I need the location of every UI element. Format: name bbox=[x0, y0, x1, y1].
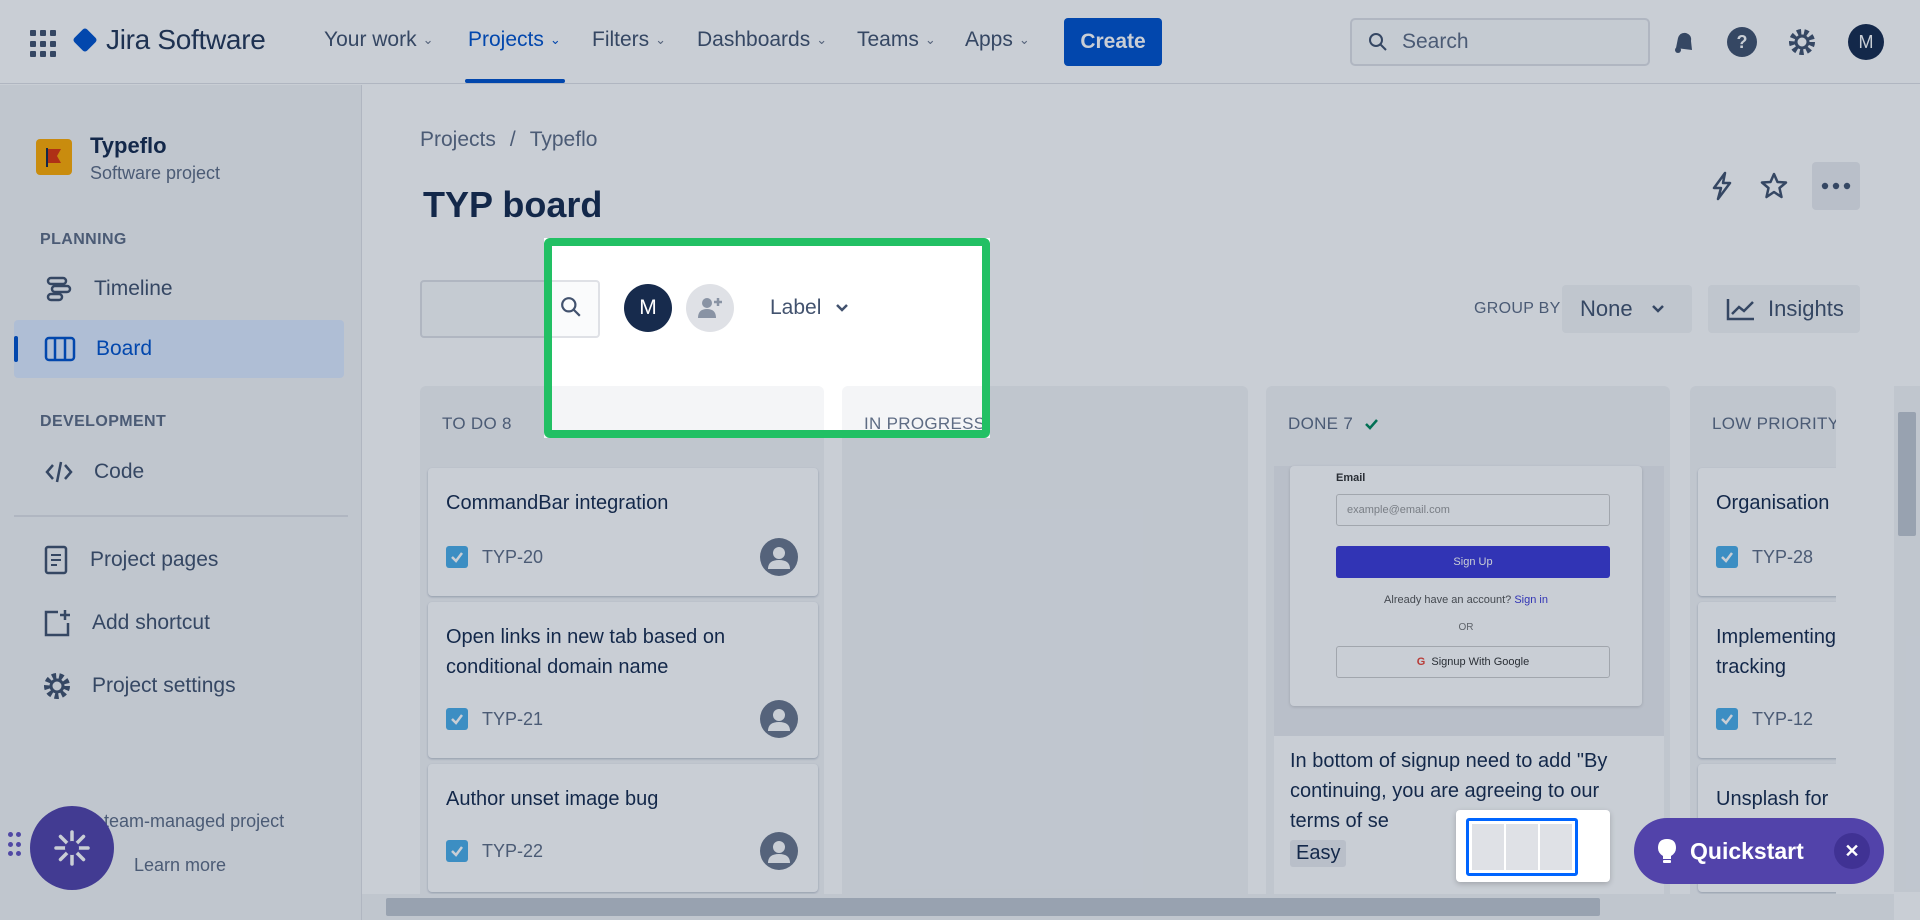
overlay-shade bbox=[990, 238, 1920, 438]
overlay-shade bbox=[0, 438, 1920, 920]
quickstart-button[interactable]: Quickstart ✕ bbox=[1634, 818, 1884, 884]
minimap-viewport[interactable] bbox=[1466, 818, 1578, 876]
overlay-shade bbox=[0, 238, 544, 438]
lightbulb-icon bbox=[1658, 839, 1676, 863]
quickstart-label: Quickstart bbox=[1690, 837, 1804, 864]
close-icon[interactable]: ✕ bbox=[1834, 833, 1870, 869]
overlay-shade bbox=[0, 0, 1920, 238]
onboarding-spotlight bbox=[544, 238, 990, 438]
board-minimap[interactable] bbox=[1456, 810, 1610, 882]
